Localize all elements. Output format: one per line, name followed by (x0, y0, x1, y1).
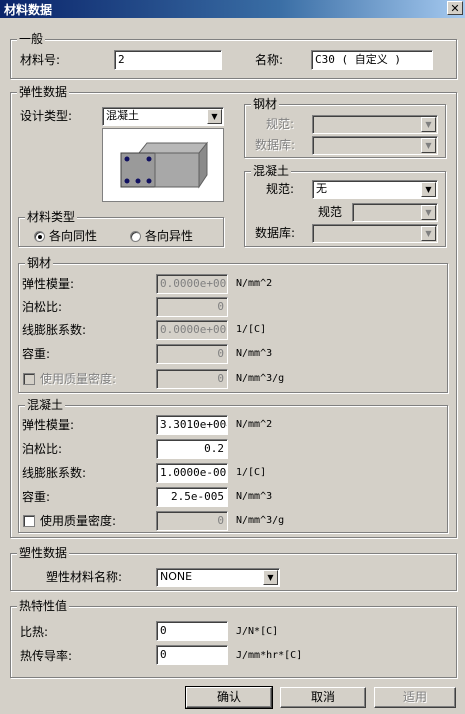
chevron-down-icon[interactable]: ▼ (421, 138, 436, 153)
isotropic-radio[interactable] (34, 231, 45, 242)
steel-code-legend: 钢材 (251, 97, 280, 111)
steel-mass-input[interactable]: 0 (156, 369, 228, 389)
specific-heat-label: 比热: (20, 625, 49, 639)
chevron-down-icon[interactable]: ▼ (421, 226, 436, 241)
chevron-down-icon[interactable]: ▼ (207, 109, 222, 124)
concrete-weight-unit: N/mm^3 (236, 491, 273, 502)
steel-poisson-label: 泊松比: (22, 300, 63, 314)
material-type-legend: 材料类型 (25, 210, 78, 224)
concrete-thermal-input[interactable]: 1.0000e-005 (156, 463, 228, 483)
concrete-thermal-label: 线膨胀系数: (22, 466, 87, 480)
steel-database-label: 数据库: (255, 138, 296, 152)
chevron-down-icon[interactable]: ▼ (421, 205, 436, 220)
steel-code-label: 规范: (266, 117, 295, 131)
material-no-label: 材料号: (20, 53, 61, 67)
steel-thermal-unit: 1/[C] (236, 324, 267, 335)
steel-use-mass-checkbox[interactable] (23, 373, 35, 385)
name-input[interactable]: C30 ( 自定义 ) (311, 50, 433, 70)
concrete-properties-legend: 混凝土 (25, 398, 66, 412)
conductivity-input[interactable]: 0 (156, 645, 228, 665)
name-label: 名称: (255, 53, 284, 67)
concrete-mass-input[interactable]: 0 (156, 511, 228, 531)
plastic-legend: 塑性数据 (17, 546, 70, 560)
concrete-use-mass-checkbox[interactable] (23, 515, 35, 527)
concrete-subcode-select[interactable]: ▼ (352, 203, 438, 222)
plastic-name-label: 塑性材料名称: (46, 570, 123, 584)
elastic-legend: 弹性数据 (17, 85, 70, 99)
steel-mass-unit: N/mm^3/g (236, 373, 285, 384)
steel-modulus-unit: N/mm^2 (236, 278, 273, 289)
concrete-database-select[interactable]: ▼ (312, 224, 438, 243)
concrete-code-label: 规范: (266, 182, 295, 196)
steel-thermal-label: 线膨胀系数: (22, 323, 87, 337)
concrete-code-select[interactable]: 无 ▼ (312, 180, 438, 199)
general-legend: 一般 (17, 32, 46, 46)
design-type-label: 设计类型: (20, 109, 73, 123)
cancel-button[interactable]: 取消 (280, 687, 366, 708)
title-bar: 材料数据 ✕ (0, 0, 465, 18)
thermal-legend: 热特性值 (17, 599, 70, 613)
concrete-modulus-input[interactable]: 3.3010e+004 (156, 415, 228, 435)
steel-weight-label: 容重: (22, 347, 51, 361)
concrete-weight-input[interactable]: 2.5e-005 (156, 487, 228, 507)
concrete-beam-icon (120, 141, 209, 189)
ok-button[interactable]: 确认 (185, 686, 273, 709)
anisotropic-radio[interactable] (130, 231, 141, 242)
close-icon[interactable]: ✕ (447, 1, 463, 15)
steel-code-select[interactable]: ▼ (312, 115, 438, 134)
concrete-modulus-label: 弹性模量: (22, 418, 75, 432)
section-preview (102, 128, 224, 202)
concrete-poisson-label: 泊松比: (22, 442, 63, 456)
apply-button[interactable]: 适用 (374, 687, 456, 708)
concrete-modulus-unit: N/mm^2 (236, 419, 273, 430)
specific-heat-input[interactable]: 0 (156, 621, 228, 641)
design-type-select[interactable]: 混凝土 ▼ (102, 107, 224, 126)
anisotropic-label[interactable]: 各向异性 (145, 229, 193, 243)
concrete-code-legend: 混凝土 (251, 164, 292, 178)
conductivity-label: 热传导率: (20, 649, 73, 663)
concrete-database-label: 数据库: (255, 226, 296, 240)
isotropic-label[interactable]: 各向同性 (49, 229, 97, 243)
steel-weight-input[interactable]: 0 (156, 344, 228, 364)
design-type-value: 混凝土 (106, 109, 139, 122)
concrete-code-value: 无 (316, 182, 327, 195)
steel-use-mass-label: 使用质量密度: (40, 372, 117, 386)
concrete-use-mass-label[interactable]: 使用质量密度: (40, 514, 116, 528)
concrete-subcode-label: 规范 (318, 205, 343, 219)
concrete-mass-unit: N/mm^3/g (236, 515, 285, 526)
material-no-input[interactable]: 2 (114, 50, 222, 70)
steel-database-select[interactable]: ▼ (312, 136, 438, 155)
steel-poisson-input[interactable]: 0 (156, 297, 228, 317)
thermal-group: 热特性值 (10, 599, 457, 678)
window-title: 材料数据 (4, 3, 53, 17)
steel-modulus-label: 弹性模量: (22, 277, 75, 291)
concrete-thermal-unit: 1/[C] (236, 467, 267, 478)
steel-weight-unit: N/mm^3 (236, 348, 273, 359)
steel-thermal-input[interactable]: 0.0000e+000 (156, 320, 228, 340)
specific-heat-unit: J/N*[C] (236, 626, 279, 637)
steel-properties-legend: 钢材 (25, 256, 54, 270)
plastic-name-select[interactable]: NONE ▼ (156, 568, 280, 587)
concrete-poisson-input[interactable]: 0.2 (156, 439, 228, 459)
concrete-weight-label: 容重: (22, 490, 51, 504)
chevron-down-icon[interactable]: ▼ (421, 182, 436, 197)
radio-selected-dot (38, 235, 42, 239)
chevron-down-icon[interactable]: ▼ (263, 570, 278, 585)
chevron-down-icon[interactable]: ▼ (421, 117, 436, 132)
steel-modulus-input[interactable]: 0.0000e+000 (156, 274, 228, 294)
conductivity-unit: J/mm*hr*[C] (236, 650, 303, 661)
plastic-name-value: NONE (160, 570, 193, 583)
